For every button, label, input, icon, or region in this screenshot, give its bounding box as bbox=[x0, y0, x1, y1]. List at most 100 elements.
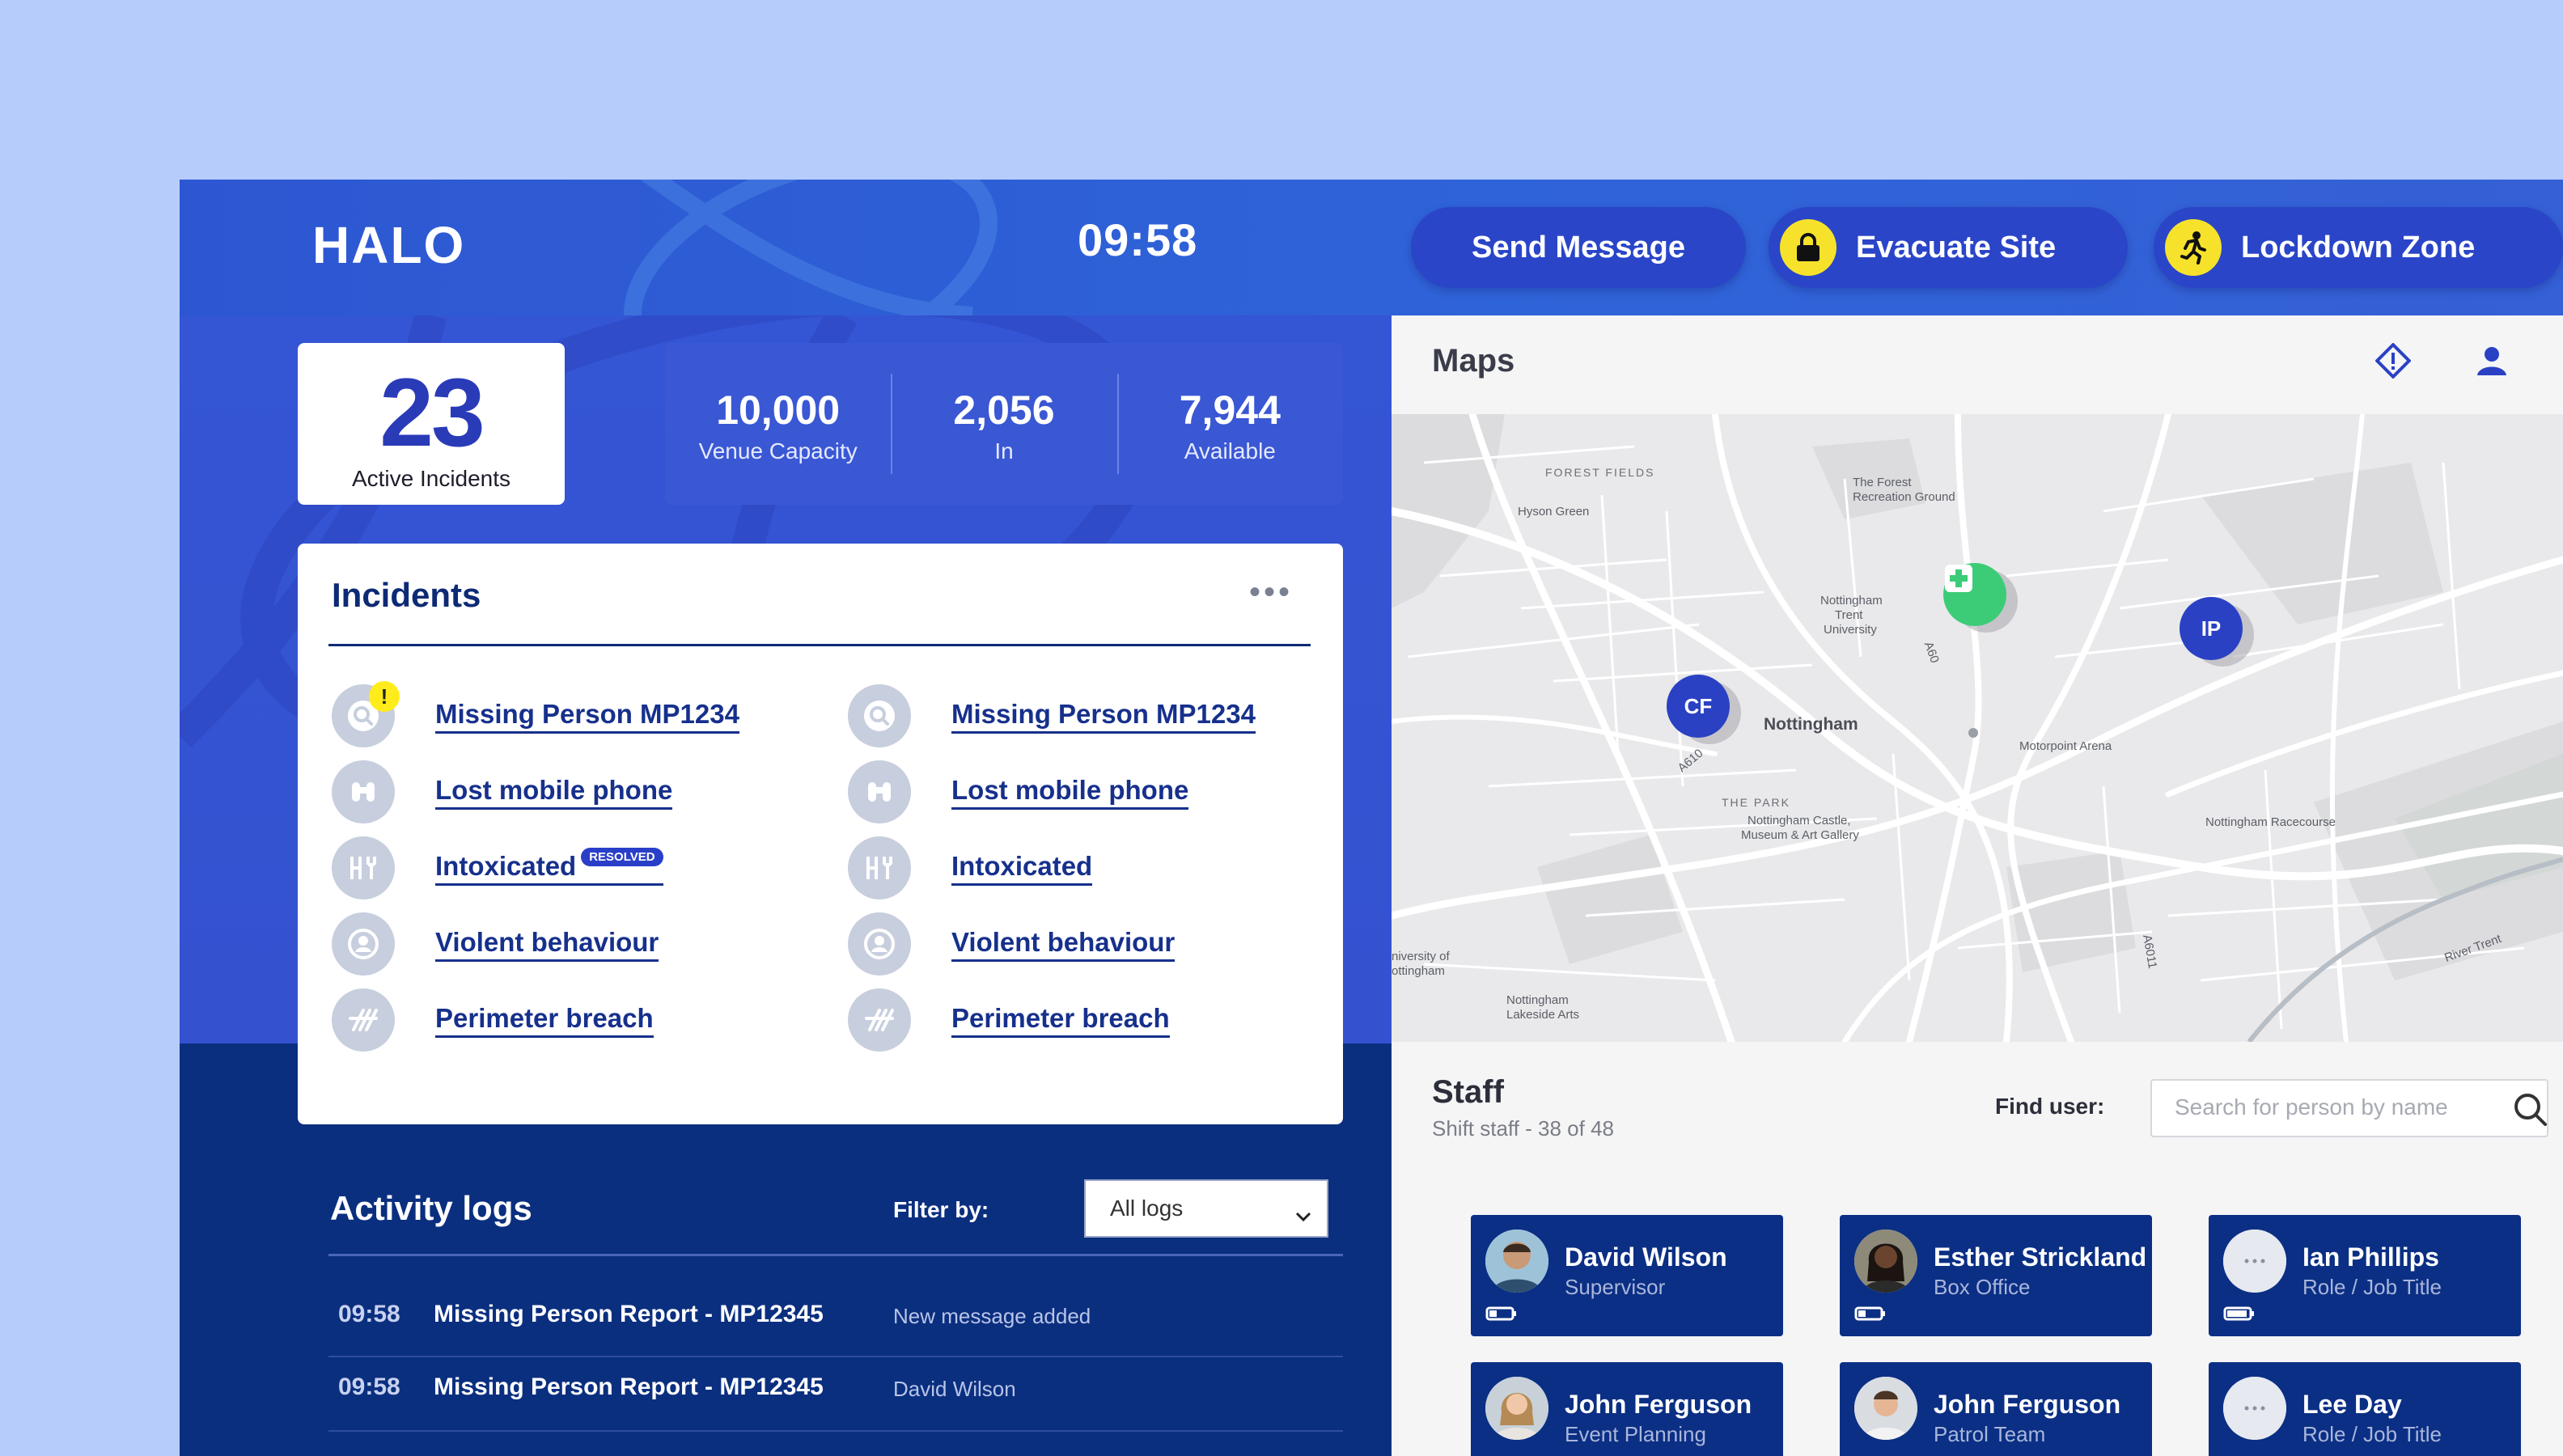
stat-in: 2,056 In bbox=[891, 343, 1116, 505]
staff-search[interactable] bbox=[2150, 1079, 2548, 1137]
staff-card[interactable]: John Ferguson Event Planning bbox=[1471, 1362, 1783, 1456]
staff-card[interactable]: Esther Strickland Box Office bbox=[1840, 1215, 2152, 1336]
incidents-title: Incidents bbox=[332, 576, 481, 614]
incident-item[interactable]: Perimeter breach bbox=[332, 988, 785, 1064]
map-label: Nottingham bbox=[1764, 715, 1858, 734]
alert-indicator: ! bbox=[369, 681, 400, 712]
staff-name: John Ferguson bbox=[1934, 1390, 2121, 1419]
stat-value: 2,056 bbox=[953, 387, 1055, 433]
lockdown-zone-button[interactable]: Lockdown Zone bbox=[2154, 207, 2563, 288]
user-icon[interactable] bbox=[2476, 345, 2508, 381]
staff-name: David Wilson bbox=[1565, 1242, 1727, 1272]
map-label: University bbox=[1824, 623, 1877, 637]
avatar bbox=[1854, 1230, 1917, 1293]
incident-item[interactable]: Perimeter breach bbox=[848, 988, 1301, 1064]
search-input[interactable] bbox=[2173, 1094, 2484, 1121]
incident-link[interactable]: Missing Person MP1234 bbox=[951, 699, 1256, 734]
incident-item[interactable]: Lost mobile phone bbox=[848, 760, 1301, 836]
map-label: Nottingham bbox=[1506, 993, 1569, 1007]
map-label: Nottingham bbox=[1820, 594, 1883, 607]
active-incidents-card[interactable]: 23 Active Incidents bbox=[298, 343, 565, 505]
incident-item[interactable]: ! Missing Person MP1234 bbox=[332, 681, 785, 760]
incident-item[interactable]: Lost mobile phone bbox=[332, 760, 785, 836]
map-pin-cf[interactable]: CF bbox=[1667, 675, 1730, 738]
map-label: Nottingham Castle, bbox=[1748, 814, 1851, 827]
divider bbox=[328, 1430, 1343, 1432]
log-message: Missing Person Report - MP12345 bbox=[434, 1373, 824, 1400]
map-view[interactable]: FOREST FIELDS Hyson Green The Forest Rec… bbox=[1392, 414, 2563, 1042]
incident-link[interactable]: Intoxicated RESOLVED bbox=[435, 848, 663, 886]
search-icon[interactable] bbox=[2511, 1090, 2550, 1133]
staff-card[interactable]: Lee Day Role / Job Title bbox=[2209, 1362, 2521, 1456]
incident-link[interactable]: Perimeter breach bbox=[435, 1003, 654, 1038]
incident-item[interactable]: Missing Person MP1234 bbox=[848, 684, 1301, 760]
missing-person-icon bbox=[848, 684, 911, 747]
log-row[interactable]: 09:58 Missing Person Report - MP12345 Ne… bbox=[338, 1301, 1341, 1349]
incidents-column-2: Missing Person MP1234 Lost mobile phone … bbox=[848, 684, 1301, 1064]
log-row[interactable]: 09:58 Missing Person Report - MP12345 Da… bbox=[338, 1373, 1341, 1422]
stat-available: 7,944 Available bbox=[1116, 343, 1343, 505]
violent-behaviour-icon bbox=[332, 912, 395, 976]
incident-item[interactable]: Violent behaviour bbox=[332, 912, 785, 988]
map-label: Lakeside Arts bbox=[1506, 1008, 1580, 1022]
incident-link[interactable]: Lost mobile phone bbox=[951, 775, 1189, 810]
staff-name: John Ferguson bbox=[1565, 1390, 1752, 1419]
staff-subtitle: Shift staff - 38 of 48 bbox=[1432, 1116, 1614, 1141]
incident-item[interactable]: Intoxicated RESOLVED bbox=[332, 836, 785, 912]
warning-icon[interactable] bbox=[2374, 342, 2412, 383]
map-label: Nottingham Racecourse bbox=[2205, 815, 2336, 829]
active-incidents-label: Active Incidents bbox=[351, 466, 511, 491]
left-panel: 23 Active Incidents 10,000 Venue Capacit… bbox=[180, 315, 1392, 1456]
staff-title: Staff bbox=[1432, 1074, 1504, 1110]
send-message-label: Send Message bbox=[1472, 230, 1685, 265]
more-options-icon[interactable]: ••• bbox=[1249, 576, 1293, 608]
lock-icon bbox=[1780, 219, 1836, 276]
avatar bbox=[1854, 1377, 1917, 1440]
chevron-down-icon bbox=[1294, 1202, 1312, 1228]
running-person-icon bbox=[2165, 219, 2222, 276]
staff-card[interactable]: John Ferguson Patrol Team bbox=[1840, 1362, 2152, 1456]
battery-icon bbox=[2223, 1306, 2256, 1326]
incident-link[interactable]: Violent behaviour bbox=[951, 927, 1176, 962]
incident-link[interactable]: Perimeter breach bbox=[951, 1003, 1170, 1038]
avatar-placeholder bbox=[2223, 1230, 2286, 1293]
evacuate-site-label: Evacuate Site bbox=[1856, 230, 2057, 265]
drinks-icon bbox=[848, 836, 911, 899]
incident-link[interactable]: Missing Person MP1234 bbox=[435, 699, 739, 734]
staff-card[interactable]: David Wilson Supervisor bbox=[1471, 1215, 1783, 1336]
top-bar: HALO 09:58 Send Message Evacuate Site Lo… bbox=[180, 180, 2563, 315]
stat-venue-capacity: 10,000 Venue Capacity bbox=[665, 343, 891, 505]
incident-link[interactable]: Lost mobile phone bbox=[435, 775, 673, 810]
find-user-label: Find user: bbox=[1995, 1094, 2105, 1119]
stat-value: 10,000 bbox=[716, 387, 841, 433]
filter-label: Filter by: bbox=[893, 1197, 989, 1222]
stat-label: Venue Capacity bbox=[698, 438, 858, 463]
incident-item[interactable]: Violent behaviour bbox=[848, 912, 1301, 988]
first-aid-pin[interactable] bbox=[1943, 563, 2006, 626]
map-label: FOREST FIELDS bbox=[1545, 466, 1655, 479]
log-detail: New message added bbox=[893, 1304, 1091, 1328]
staff-role: Role / Job Title bbox=[2302, 1422, 2442, 1446]
app-window: HALO 09:58 Send Message Evacuate Site Lo… bbox=[180, 180, 2563, 1456]
avatar bbox=[1485, 1230, 1548, 1293]
divider bbox=[328, 644, 1311, 646]
log-time: 09:58 bbox=[338, 1301, 400, 1327]
lockdown-zone-label: Lockdown Zone bbox=[2241, 230, 2476, 265]
filter-value: All logs bbox=[1110, 1196, 1184, 1221]
map-label: Hyson Green bbox=[1518, 505, 1590, 518]
log-filter-select[interactable]: All logs bbox=[1084, 1179, 1328, 1238]
incident-item[interactable]: Intoxicated bbox=[848, 836, 1301, 912]
send-message-button[interactable]: Send Message bbox=[1411, 207, 1746, 288]
stat-label: Available bbox=[1184, 438, 1276, 463]
avatar-placeholder bbox=[2223, 1377, 2286, 1440]
battery-icon bbox=[1854, 1306, 1887, 1326]
drinks-icon bbox=[332, 836, 395, 899]
staff-role: Role / Job Title bbox=[2302, 1275, 2442, 1299]
incident-link[interactable]: Intoxicated bbox=[951, 851, 1093, 886]
evacuate-site-button[interactable]: Evacuate Site bbox=[1769, 207, 2128, 288]
map-label: Museum & Art Gallery bbox=[1741, 828, 1859, 842]
map-pin-ip[interactable]: IP bbox=[2180, 597, 2243, 660]
resolved-badge: RESOLVED bbox=[581, 848, 663, 866]
staff-card[interactable]: Ian Phillips Role / Job Title bbox=[2209, 1215, 2521, 1336]
incident-link[interactable]: Violent behaviour bbox=[435, 927, 659, 962]
